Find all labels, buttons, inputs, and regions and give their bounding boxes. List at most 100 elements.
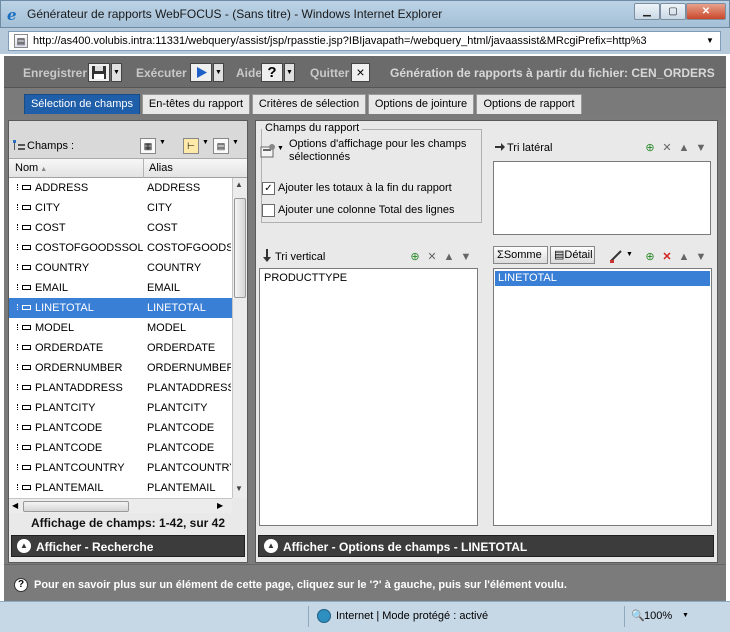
vertical-sort-up-icon[interactable]: ▲: [442, 250, 456, 264]
help-question-icon[interactable]: ?: [14, 578, 28, 592]
zoom-dropdown-icon[interactable]: ▼: [682, 612, 689, 619]
field-row[interactable]: ADDRESS ADDRESS: [9, 178, 232, 198]
globe-icon: [317, 609, 331, 623]
run-label: Exécuter: [136, 66, 187, 80]
list-item[interactable]: LINETOTAL: [495, 271, 710, 286]
pen-dropdown-icon[interactable]: ▼: [626, 251, 633, 258]
field-row[interactable]: MODEL MODEL: [9, 318, 232, 338]
field-alias: COUNTRY: [147, 262, 202, 274]
pen-icon[interactable]: [608, 248, 624, 264]
field-icon: [17, 484, 31, 490]
field-row[interactable]: PLANTCITY PLANTCITY: [9, 398, 232, 418]
field-row[interactable]: PLANTCODE PLANTCODE: [9, 418, 232, 438]
field-row[interactable]: PLANTCODE PLANTCODE: [9, 438, 232, 458]
help-button[interactable]: ?: [261, 63, 283, 82]
tree-view-icon[interactable]: ⊢: [183, 138, 199, 154]
maximize-button[interactable]: ▢: [660, 3, 686, 20]
close-button[interactable]: ✕: [686, 3, 726, 20]
totals-checkbox[interactable]: ✓: [262, 182, 275, 195]
save-dropdown-icon[interactable]: ▼: [111, 63, 122, 82]
display-options-icon[interactable]: [260, 143, 276, 159]
scroll-thumb[interactable]: [234, 198, 246, 298]
measure-add-icon[interactable]: ⊕: [643, 250, 657, 264]
side-sort-remove-icon[interactable]: ✕: [660, 141, 674, 155]
line-total-checkbox-label: Ajouter une colonne Total des lignes: [278, 204, 455, 216]
field-row[interactable]: ORDERDATE ORDERDATE: [9, 338, 232, 358]
side-sort-add-icon[interactable]: ⊕: [643, 141, 657, 155]
field-row[interactable]: COST COST: [9, 218, 232, 238]
measure-up-icon[interactable]: ▲: [677, 250, 691, 264]
fields-vertical-scrollbar[interactable]: ▲ ▼: [232, 178, 247, 498]
search-toggle-bar[interactable]: ▲ Afficher - Recherche: [11, 535, 245, 557]
scroll-down-icon[interactable]: ▼: [235, 484, 243, 493]
tab-join-options[interactable]: Options de jointure: [368, 94, 474, 114]
side-sort-up-icon[interactable]: ▲: [677, 141, 691, 155]
hscroll-thumb[interactable]: [23, 501, 129, 512]
measure-list[interactable]: LINETOTAL: [493, 268, 712, 526]
address-bar: ▤ http://as400.volubis.intra:11331/webqu…: [0, 28, 730, 54]
url-dropdown-icon[interactable]: ▼: [706, 36, 714, 45]
scroll-left-icon[interactable]: ◀: [12, 501, 18, 510]
scroll-up-icon[interactable]: ▲: [235, 180, 243, 189]
field-row[interactable]: ORDERNUMBER ORDERNUMBER: [9, 358, 232, 378]
field-options-toggle-label: Afficher - Options de champs - LINETOTAL: [283, 540, 528, 554]
alias-column-header[interactable]: Alias: [145, 159, 245, 178]
vertical-sort-down-icon[interactable]: ▼: [459, 250, 473, 264]
tab-selection-criteria[interactable]: Critères de sélection: [252, 94, 366, 114]
scroll-right-icon[interactable]: ▶: [217, 501, 223, 510]
field-icon: [17, 324, 31, 330]
display-options-label[interactable]: Options d'affichage pour les champs séle…: [289, 138, 479, 164]
vertical-sort-list[interactable]: PRODUCTTYPE: [259, 268, 478, 526]
list-view-dropdown-icon[interactable]: ▼: [232, 139, 239, 146]
help-dropdown-icon[interactable]: ▼: [284, 63, 295, 82]
field-name: PLANTEMAIL: [35, 482, 104, 494]
field-alias: LINETOTAL: [147, 302, 206, 314]
run-dropdown-icon[interactable]: ▼: [213, 63, 224, 82]
field-alias: PLANTEMAIL: [147, 482, 216, 494]
sum-button[interactable]: ΣSomme: [493, 246, 548, 264]
sort-ascending-icon: ▲: [40, 166, 48, 173]
tree-view-dropdown-icon[interactable]: ▼: [202, 139, 209, 146]
field-row[interactable]: COSTOFGOODSSOLD COSTOFGOODSS: [9, 238, 232, 258]
line-total-checkbox[interactable]: [262, 204, 275, 217]
zoom-icon[interactable]: 🔍: [631, 609, 645, 622]
minimize-button[interactable]: ▁: [634, 3, 660, 20]
name-column-header[interactable]: Nom ▲: [9, 159, 144, 178]
field-row[interactable]: LINETOTAL LINETOTAL: [9, 298, 232, 318]
measure-remove-icon[interactable]: ✕: [660, 250, 674, 264]
side-sort-list[interactable]: [493, 161, 711, 235]
tab-report-options[interactable]: Options de rapport: [476, 94, 582, 114]
field-options-toggle-bar[interactable]: ▲ Afficher - Options de champs - LINETOT…: [258, 535, 714, 557]
vertical-sort-remove-icon[interactable]: ✕: [425, 250, 439, 264]
field-row[interactable]: CITY CITY: [9, 198, 232, 218]
list-view-icon[interactable]: ▤: [213, 138, 229, 154]
field-name: COST: [35, 222, 66, 234]
run-button[interactable]: [190, 63, 212, 82]
security-zone[interactable]: Internet | Mode protégé : activé: [336, 610, 488, 622]
field-row[interactable]: PLANTCOUNTRY PLANTCOUNTRY: [9, 458, 232, 478]
calculator-dropdown-icon[interactable]: ▼: [159, 139, 166, 146]
tab-field-selection[interactable]: Sélection de champs: [24, 94, 140, 114]
quit-button[interactable]: ×: [351, 63, 370, 82]
field-row[interactable]: PLANTADDRESS PLANTADDRESS: [9, 378, 232, 398]
calculator-icon[interactable]: ▦: [140, 138, 156, 154]
field-row[interactable]: COUNTRY COUNTRY: [9, 258, 232, 278]
side-sort-down-icon[interactable]: ▼: [694, 141, 708, 155]
zoom-level[interactable]: 100%: [644, 610, 672, 622]
save-button[interactable]: [88, 63, 110, 82]
field-name: PLANTCODE: [35, 422, 103, 434]
save-label: Enregistrer: [23, 66, 88, 80]
measure-down-icon[interactable]: ▼: [694, 250, 708, 264]
url-field[interactable]: ▤ http://as400.volubis.intra:11331/webqu…: [8, 31, 721, 51]
list-item[interactable]: PRODUCTTYPE: [261, 271, 476, 286]
field-row[interactable]: PLANTEMAIL PLANTEMAIL: [9, 478, 232, 498]
side-sort-icon: [495, 143, 505, 151]
tab-report-headers[interactable]: En-têtes du rapport: [142, 94, 250, 114]
detail-button[interactable]: ▤Détail: [550, 246, 595, 264]
fields-horizontal-scrollbar[interactable]: ◀ ▶: [9, 498, 232, 513]
field-row[interactable]: EMAIL EMAIL: [9, 278, 232, 298]
field-alias: ORDERDATE: [147, 342, 216, 354]
vertical-sort-add-icon[interactable]: ⊕: [408, 250, 422, 264]
field-icon: [17, 344, 31, 350]
display-options-dropdown-icon[interactable]: ▼: [277, 145, 284, 152]
